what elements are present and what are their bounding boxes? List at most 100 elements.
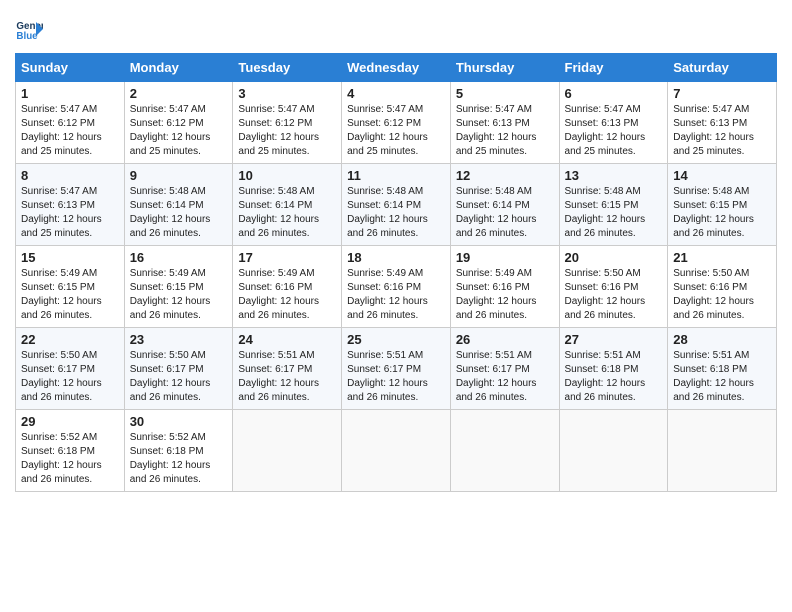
calendar-week-row: 22 Sunrise: 5:50 AMSunset: 6:17 PMDaylig…	[16, 328, 777, 410]
weekday-header-tuesday: Tuesday	[233, 54, 342, 82]
calendar-cell: 29 Sunrise: 5:52 AMSunset: 6:18 PMDaylig…	[16, 410, 125, 492]
day-number: 8	[21, 168, 119, 183]
logo-icon: General Blue	[15, 15, 43, 43]
day-number: 30	[130, 414, 228, 429]
calendar-cell: 10 Sunrise: 5:48 AMSunset: 6:14 PMDaylig…	[233, 164, 342, 246]
calendar-week-row: 29 Sunrise: 5:52 AMSunset: 6:18 PMDaylig…	[16, 410, 777, 492]
calendar-cell: 19 Sunrise: 5:49 AMSunset: 6:16 PMDaylig…	[450, 246, 559, 328]
day-info: Sunrise: 5:48 AMSunset: 6:14 PMDaylight:…	[456, 186, 537, 239]
day-number: 22	[21, 332, 119, 347]
calendar-week-row: 8 Sunrise: 5:47 AMSunset: 6:13 PMDayligh…	[16, 164, 777, 246]
day-info: Sunrise: 5:50 AMSunset: 6:17 PMDaylight:…	[130, 350, 211, 403]
day-info: Sunrise: 5:48 AMSunset: 6:14 PMDaylight:…	[130, 186, 211, 239]
day-info: Sunrise: 5:49 AMSunset: 6:15 PMDaylight:…	[21, 268, 102, 321]
day-number: 5	[456, 86, 554, 101]
weekday-header-monday: Monday	[124, 54, 233, 82]
day-info: Sunrise: 5:52 AMSunset: 6:18 PMDaylight:…	[21, 432, 102, 485]
calendar-cell: 30 Sunrise: 5:52 AMSunset: 6:18 PMDaylig…	[124, 410, 233, 492]
calendar-cell: 4 Sunrise: 5:47 AMSunset: 6:12 PMDayligh…	[342, 82, 451, 164]
day-number: 28	[673, 332, 771, 347]
day-info: Sunrise: 5:47 AMSunset: 6:12 PMDaylight:…	[238, 104, 319, 157]
day-info: Sunrise: 5:50 AMSunset: 6:16 PMDaylight:…	[673, 268, 754, 321]
calendar-cell: 24 Sunrise: 5:51 AMSunset: 6:17 PMDaylig…	[233, 328, 342, 410]
day-info: Sunrise: 5:49 AMSunset: 6:16 PMDaylight:…	[347, 268, 428, 321]
day-number: 14	[673, 168, 771, 183]
day-info: Sunrise: 5:51 AMSunset: 6:18 PMDaylight:…	[565, 350, 646, 403]
day-number: 15	[21, 250, 119, 265]
calendar-cell: 8 Sunrise: 5:47 AMSunset: 6:13 PMDayligh…	[16, 164, 125, 246]
day-number: 4	[347, 86, 445, 101]
day-info: Sunrise: 5:49 AMSunset: 6:16 PMDaylight:…	[238, 268, 319, 321]
day-number: 19	[456, 250, 554, 265]
day-number: 17	[238, 250, 336, 265]
calendar-cell: 25 Sunrise: 5:51 AMSunset: 6:17 PMDaylig…	[342, 328, 451, 410]
day-info: Sunrise: 5:49 AMSunset: 6:16 PMDaylight:…	[456, 268, 537, 321]
day-number: 24	[238, 332, 336, 347]
calendar-cell	[342, 410, 451, 492]
day-number: 6	[565, 86, 663, 101]
day-info: Sunrise: 5:52 AMSunset: 6:18 PMDaylight:…	[130, 432, 211, 485]
calendar-cell: 9 Sunrise: 5:48 AMSunset: 6:14 PMDayligh…	[124, 164, 233, 246]
calendar-cell: 11 Sunrise: 5:48 AMSunset: 6:14 PMDaylig…	[342, 164, 451, 246]
day-info: Sunrise: 5:47 AMSunset: 6:12 PMDaylight:…	[21, 104, 102, 157]
calendar-cell: 15 Sunrise: 5:49 AMSunset: 6:15 PMDaylig…	[16, 246, 125, 328]
day-info: Sunrise: 5:51 AMSunset: 6:17 PMDaylight:…	[347, 350, 428, 403]
calendar-cell	[233, 410, 342, 492]
day-number: 20	[565, 250, 663, 265]
calendar-cell: 1 Sunrise: 5:47 AMSunset: 6:12 PMDayligh…	[16, 82, 125, 164]
day-info: Sunrise: 5:50 AMSunset: 6:17 PMDaylight:…	[21, 350, 102, 403]
day-info: Sunrise: 5:48 AMSunset: 6:15 PMDaylight:…	[673, 186, 754, 239]
day-number: 9	[130, 168, 228, 183]
day-info: Sunrise: 5:51 AMSunset: 6:17 PMDaylight:…	[456, 350, 537, 403]
day-number: 7	[673, 86, 771, 101]
calendar-week-row: 15 Sunrise: 5:49 AMSunset: 6:15 PMDaylig…	[16, 246, 777, 328]
day-number: 21	[673, 250, 771, 265]
calendar-cell	[450, 410, 559, 492]
calendar-cell	[668, 410, 777, 492]
calendar-cell: 20 Sunrise: 5:50 AMSunset: 6:16 PMDaylig…	[559, 246, 668, 328]
calendar-table: SundayMondayTuesdayWednesdayThursdayFrid…	[15, 53, 777, 492]
day-number: 11	[347, 168, 445, 183]
calendar-cell: 28 Sunrise: 5:51 AMSunset: 6:18 PMDaylig…	[668, 328, 777, 410]
weekday-header-saturday: Saturday	[668, 54, 777, 82]
calendar-cell: 2 Sunrise: 5:47 AMSunset: 6:12 PMDayligh…	[124, 82, 233, 164]
day-info: Sunrise: 5:51 AMSunset: 6:17 PMDaylight:…	[238, 350, 319, 403]
day-info: Sunrise: 5:47 AMSunset: 6:12 PMDaylight:…	[130, 104, 211, 157]
calendar-header-row: SundayMondayTuesdayWednesdayThursdayFrid…	[16, 54, 777, 82]
weekday-header-friday: Friday	[559, 54, 668, 82]
day-number: 23	[130, 332, 228, 347]
day-number: 13	[565, 168, 663, 183]
day-number: 25	[347, 332, 445, 347]
day-info: Sunrise: 5:47 AMSunset: 6:12 PMDaylight:…	[347, 104, 428, 157]
day-info: Sunrise: 5:47 AMSunset: 6:13 PMDaylight:…	[456, 104, 537, 157]
calendar-cell: 12 Sunrise: 5:48 AMSunset: 6:14 PMDaylig…	[450, 164, 559, 246]
day-info: Sunrise: 5:47 AMSunset: 6:13 PMDaylight:…	[21, 186, 102, 239]
day-number: 26	[456, 332, 554, 347]
calendar-cell: 27 Sunrise: 5:51 AMSunset: 6:18 PMDaylig…	[559, 328, 668, 410]
day-info: Sunrise: 5:48 AMSunset: 6:15 PMDaylight:…	[565, 186, 646, 239]
day-number: 3	[238, 86, 336, 101]
day-number: 27	[565, 332, 663, 347]
calendar-cell: 13 Sunrise: 5:48 AMSunset: 6:15 PMDaylig…	[559, 164, 668, 246]
svg-text:Blue: Blue	[16, 31, 38, 42]
calendar-cell: 14 Sunrise: 5:48 AMSunset: 6:15 PMDaylig…	[668, 164, 777, 246]
day-info: Sunrise: 5:48 AMSunset: 6:14 PMDaylight:…	[347, 186, 428, 239]
day-info: Sunrise: 5:47 AMSunset: 6:13 PMDaylight:…	[565, 104, 646, 157]
header: General Blue	[15, 15, 777, 43]
calendar-cell: 17 Sunrise: 5:49 AMSunset: 6:16 PMDaylig…	[233, 246, 342, 328]
day-info: Sunrise: 5:49 AMSunset: 6:15 PMDaylight:…	[130, 268, 211, 321]
calendar-cell: 16 Sunrise: 5:49 AMSunset: 6:15 PMDaylig…	[124, 246, 233, 328]
calendar-cell: 26 Sunrise: 5:51 AMSunset: 6:17 PMDaylig…	[450, 328, 559, 410]
day-number: 2	[130, 86, 228, 101]
weekday-header-sunday: Sunday	[16, 54, 125, 82]
calendar-cell: 21 Sunrise: 5:50 AMSunset: 6:16 PMDaylig…	[668, 246, 777, 328]
day-number: 12	[456, 168, 554, 183]
day-info: Sunrise: 5:48 AMSunset: 6:14 PMDaylight:…	[238, 186, 319, 239]
day-number: 18	[347, 250, 445, 265]
day-info: Sunrise: 5:51 AMSunset: 6:18 PMDaylight:…	[673, 350, 754, 403]
logo: General Blue	[15, 15, 47, 43]
calendar-cell: 22 Sunrise: 5:50 AMSunset: 6:17 PMDaylig…	[16, 328, 125, 410]
calendar-week-row: 1 Sunrise: 5:47 AMSunset: 6:12 PMDayligh…	[16, 82, 777, 164]
calendar-cell: 5 Sunrise: 5:47 AMSunset: 6:13 PMDayligh…	[450, 82, 559, 164]
day-number: 1	[21, 86, 119, 101]
